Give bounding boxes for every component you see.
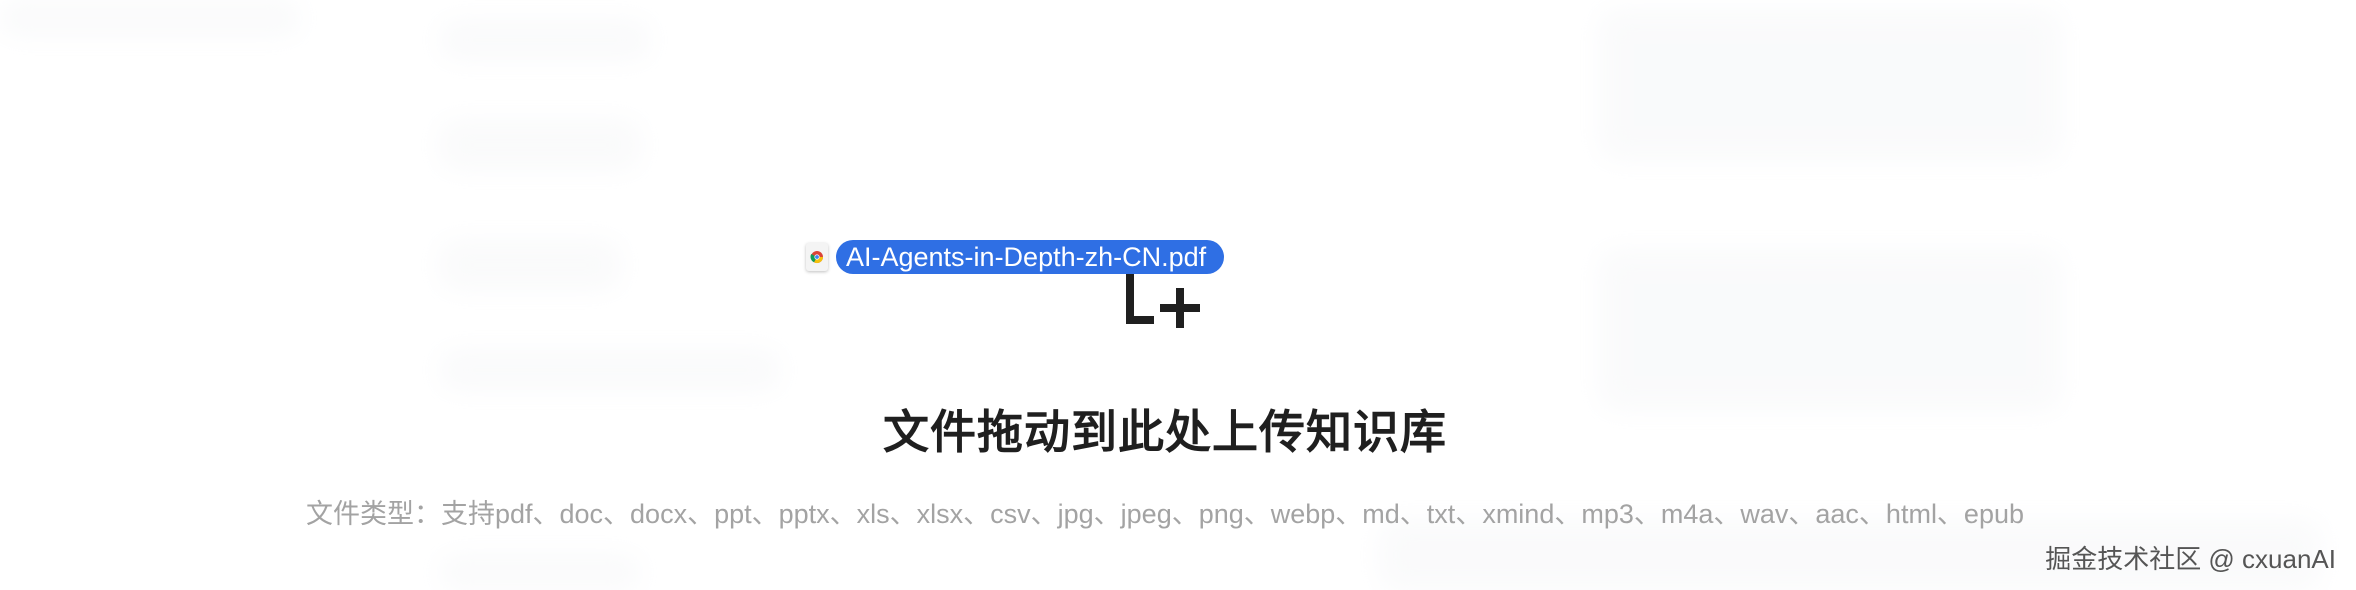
drop-title: 文件拖动到此处上传知识库	[883, 406, 1447, 458]
watermark: 掘金技术社区 @ cxuanAI	[2045, 544, 2336, 574]
supported-file-types: 文件类型：支持pdf、doc、docx、ppt、pptx、xls、xlsx、cs…	[305, 499, 2025, 529]
knowledge-base-upload-page: AI-Agents-in-Depth-zh-CN.pdf 文件拖动到此处上传知识…	[0, 0, 2356, 590]
dragged-file[interactable]: AI-Agents-in-Depth-zh-CN.pdf	[806, 240, 1225, 274]
chrome-file-icon	[806, 243, 828, 271]
dragged-file-name: AI-Agents-in-Depth-zh-CN.pdf	[836, 240, 1225, 274]
